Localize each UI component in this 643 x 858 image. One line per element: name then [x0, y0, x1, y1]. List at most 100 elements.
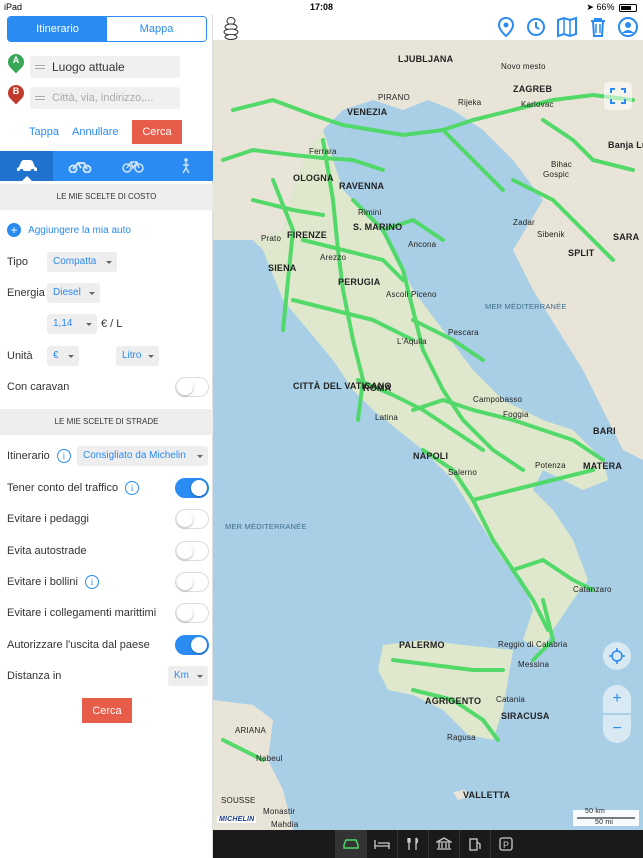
city-label: Messina: [518, 660, 550, 669]
poi-traffic[interactable]: [335, 830, 366, 858]
city-label: Novo mesto: [501, 62, 546, 71]
city-label: LJUBLJANA: [398, 54, 454, 64]
type-dropdown[interactable]: Compatta: [47, 252, 117, 272]
search-button-bottom[interactable]: Cerca: [82, 698, 132, 723]
city-label: RAVENNA: [339, 181, 385, 191]
battery-indicator: ➤ 66%: [586, 2, 637, 13]
currency-dropdown[interactable]: €: [47, 346, 79, 366]
vignette-row: Evitare i bollini i: [7, 571, 209, 593]
fullscreen-button[interactable]: [604, 82, 632, 110]
mode-walk[interactable]: [160, 151, 213, 181]
tolls-toggle[interactable]: [175, 509, 209, 529]
add-car-link[interactable]: Aggiungere la mia auto: [28, 225, 131, 236]
distance-unit-dropdown[interactable]: Km: [168, 666, 208, 686]
city-label: S. MARINO: [353, 222, 403, 232]
caravan-label: Con caravan: [7, 381, 70, 393]
zoom-in-button[interactable]: +: [603, 685, 631, 713]
city-label: Catania: [496, 695, 525, 704]
svg-text:P: P: [503, 840, 509, 850]
map-book-icon[interactable]: [556, 16, 578, 38]
poi-restaurants[interactable]: [397, 830, 428, 858]
route-actions: Tappa Annullare Cerca: [0, 120, 213, 146]
poi-parking[interactable]: P: [490, 830, 521, 858]
city-label: Ascoli Piceno: [386, 290, 437, 299]
search-button[interactable]: Cerca: [132, 120, 182, 144]
city-label: Salerno: [448, 468, 477, 477]
info-icon[interactable]: i: [125, 481, 140, 496]
route-type-dropdown[interactable]: Consigliato da Michelin: [77, 446, 208, 466]
highways-label: Evita autostrade: [7, 545, 87, 557]
energy-dropdown[interactable]: Diesel: [47, 283, 100, 303]
city-label: MATERA: [583, 461, 623, 471]
account-icon[interactable]: [617, 16, 639, 38]
unit-label: Unità: [7, 350, 33, 362]
road-section-header: LE MIE SCELTE DI STRADE: [0, 409, 213, 435]
mode-bicycle[interactable]: [107, 151, 160, 181]
highways-row: Evita autostrade: [7, 540, 209, 562]
add-stop-link[interactable]: Tappa: [29, 126, 59, 138]
fuel-price-input[interactable]: 1,14: [47, 314, 97, 334]
map-view[interactable]: LJUBLJANA ZAGREB VENEZIA PIRANO Rijeka N…: [213, 40, 643, 830]
info-icon[interactable]: i: [84, 575, 99, 590]
origin-input[interactable]: Luogo attuale: [30, 56, 180, 78]
city-label: NAPOLI: [413, 451, 449, 461]
traffic-row: Tener conto del traffico i: [7, 477, 209, 499]
tab-map[interactable]: Mappa: [107, 17, 206, 41]
caravan-toggle[interactable]: [175, 377, 209, 397]
city-label: Ragusa: [447, 733, 476, 742]
city-label: OLOGNA: [293, 173, 334, 183]
vignette-toggle[interactable]: [175, 572, 209, 592]
status-bar: iPad 17:08 ➤ 66%: [0, 0, 643, 14]
drag-handle-icon[interactable]: [35, 96, 45, 100]
cancel-link[interactable]: Annullare: [72, 126, 118, 138]
fuel-pump-icon: [469, 838, 481, 851]
parking-icon: P: [499, 837, 513, 851]
clock: 17:08: [309, 2, 334, 12]
poi-attractions[interactable]: [428, 830, 459, 858]
city-label: SIENA: [268, 263, 297, 273]
city-label: VENEZIA: [347, 107, 388, 117]
drag-handle-icon[interactable]: [35, 65, 45, 69]
city-label: PERUGIA: [338, 277, 381, 287]
zoom-out-button[interactable]: −: [603, 715, 631, 743]
mode-motorbike[interactable]: [53, 151, 106, 181]
traffic-toggle[interactable]: [175, 478, 209, 498]
city-label: Sibenik: [537, 230, 565, 239]
energy-label: Energia: [7, 287, 45, 299]
city-label: Karlovac: [521, 100, 554, 109]
destination-input[interactable]: Città, via, indirizzo,...: [30, 87, 180, 109]
city-label: Rimini: [358, 208, 382, 217]
city-label: Zadar: [513, 218, 535, 227]
map-canvas[interactable]: [213, 40, 643, 830]
volume-dropdown[interactable]: Litro: [116, 346, 159, 366]
info-icon[interactable]: i: [56, 449, 71, 464]
border-toggle[interactable]: [175, 635, 209, 655]
price-row: 1,14 € / L: [7, 313, 209, 335]
waypoint-a-pin-icon: A: [4, 50, 28, 76]
route-type-label: Itinerario: [7, 450, 50, 462]
route-type-row: Itinerario i Consigliato da Michelin: [7, 445, 209, 467]
add-car-row[interactable]: + Aggiungere la mia auto: [7, 219, 209, 241]
michelin-bibendum-icon[interactable]: [219, 16, 241, 40]
vignette-label: Evitare i bollini: [7, 576, 78, 588]
city-label: Monastir: [263, 807, 296, 816]
poi-hotels[interactable]: [366, 830, 397, 858]
highways-toggle[interactable]: [175, 541, 209, 561]
location-pin-icon[interactable]: [495, 16, 517, 38]
city-label: L'Aquila: [397, 337, 427, 346]
trash-icon[interactable]: [587, 16, 609, 38]
city-label: PIRANO: [378, 93, 410, 102]
history-icon[interactable]: [525, 16, 547, 38]
tab-itinerary[interactable]: Itinerario: [8, 17, 107, 41]
city-label: Gospic: [543, 170, 570, 179]
traffic-label: Tener conto del traffico: [7, 482, 119, 494]
add-icon: +: [7, 223, 21, 238]
mode-car[interactable]: [0, 151, 54, 181]
recenter-button[interactable]: [603, 642, 631, 670]
ferries-toggle[interactable]: [175, 603, 209, 623]
motorbike-icon: [68, 162, 92, 173]
poi-fuel[interactable]: [459, 830, 490, 858]
border-row: Autorizzare l'uscita dal paese: [7, 634, 209, 656]
city-label: SIRACUSA: [501, 711, 550, 721]
cost-section-header: LE MIE SCELTE DI COSTO: [0, 184, 213, 210]
